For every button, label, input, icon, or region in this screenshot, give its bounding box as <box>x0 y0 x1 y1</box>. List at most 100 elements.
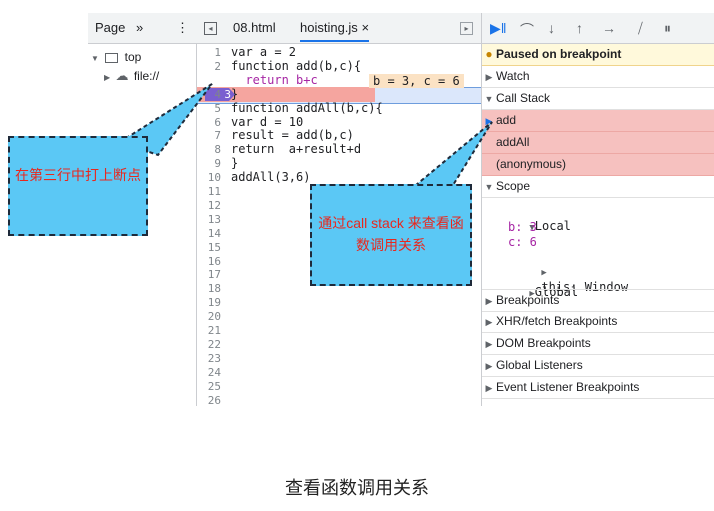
step-over-icon[interactable]: ⌒ <box>520 20 534 40</box>
collapse-arrow-icon: ▶ <box>485 72 493 82</box>
local-label: Local <box>534 219 571 233</box>
toggle-debugger-icon[interactable]: ▸ <box>460 22 473 35</box>
code-line: addAll(3,6) <box>231 170 311 185</box>
line-number[interactable]: 20 <box>197 311 221 322</box>
breakpoints-section[interactable]: ▶ Breakpoints <box>482 289 714 312</box>
frame-name: add <box>496 113 517 127</box>
tree-label-top: top <box>124 50 142 64</box>
global-listeners-section[interactable]: ▶ Global Listeners <box>482 355 714 377</box>
dom-breakpoints-section[interactable]: ▶ DOM Breakpoints <box>482 333 714 355</box>
tab-hoisting-js-label: hoisting.js <box>300 20 358 35</box>
resume-icon[interactable]: ▶‖ <box>490 20 507 37</box>
line-number[interactable]: 10 <box>197 172 221 183</box>
collapse-arrow-icon: ▶ <box>485 296 493 306</box>
line-number[interactable]: 4 <box>197 89 221 100</box>
call-stack-frame[interactable]: (anonymous) <box>482 154 714 176</box>
code-line: } <box>231 86 239 101</box>
line-number[interactable]: 2 <box>197 61 221 72</box>
code-line: function add(b,c){ <box>231 58 362 73</box>
line-number[interactable]: 17 <box>197 269 221 280</box>
step-into-icon[interactable]: ↓ <box>548 20 555 36</box>
right-annotation-callout: 通过call stack 来查看函数调用关系 <box>310 184 472 286</box>
more-tabs-button[interactable]: » <box>136 20 143 35</box>
line-number[interactable]: 23 <box>197 353 221 364</box>
navigator-menu-button[interactable]: ⋮ <box>176 20 189 36</box>
debugger-toolbar: ▶‖ ⌒ ↓ ↑ → ⧸ ⏸ <box>482 13 714 44</box>
line-number[interactable]: 19 <box>197 297 221 308</box>
scope-variable-c[interactable]: c: 6 <box>508 235 537 249</box>
call-stack-frame[interactable]: addAll <box>482 132 714 154</box>
line-number[interactable]: 11 <box>197 186 221 197</box>
frame-name: addAll <box>496 135 530 149</box>
frame-icon <box>105 52 119 63</box>
scope-variable-b[interactable]: b: 3 <box>508 220 537 234</box>
code-line: return b+c <box>231 72 318 87</box>
code-line: var a = 2 <box>231 45 297 59</box>
line-number[interactable]: 21 <box>197 325 221 336</box>
line-number[interactable]: 7 <box>197 130 221 141</box>
tree-label-file: file:// <box>133 69 160 83</box>
xhr-breakpoints-section[interactable]: ▶ XHR/fetch Breakpoints <box>482 311 714 333</box>
line-number[interactable]: 6 <box>197 117 221 128</box>
inline-variable-values: b = 3, c = 6 <box>369 74 464 88</box>
collapse-arrow-icon: ▶ <box>485 383 493 393</box>
expand-arrow-icon: ▼ <box>484 94 494 104</box>
tree-item-top[interactable]: ▼ top <box>91 50 141 64</box>
line-number[interactable]: 14 <box>197 228 221 239</box>
paused-text: Paused on breakpoint <box>496 47 622 61</box>
paused-banner: ● Paused on breakpoint <box>482 44 714 66</box>
toggle-navigator-icon[interactable]: ◂ <box>204 22 217 35</box>
code-line: result = add(b,c) <box>231 128 354 143</box>
event-listener-breakpoints-section[interactable]: ▶ Event Listener Breakpoints <box>482 377 714 399</box>
current-frame-icon: ▶ <box>485 116 493 126</box>
frame-name: (anonymous) <box>496 157 567 171</box>
line-number[interactable]: 5 <box>197 103 221 114</box>
global-listeners-label: Global Listeners <box>496 358 583 372</box>
tab-hoisting-js[interactable]: hoisting.js × <box>300 20 370 42</box>
event-listeners-label: Event Listener Breakpoints <box>496 380 640 394</box>
scope-section[interactable]: ▼ Scope <box>482 176 714 198</box>
line-number[interactable]: 9 <box>197 158 221 169</box>
line-number-gutter[interactable]: 1234567891011121314151617181920212223242… <box>197 44 227 406</box>
expand-arrow-icon[interactable]: ▼ <box>91 54 99 63</box>
xhr-label: XHR/fetch Breakpoints <box>496 314 618 328</box>
code-line: } <box>231 156 239 171</box>
close-tab-icon[interactable]: × <box>361 20 369 35</box>
line-number[interactable]: 12 <box>197 200 221 211</box>
collapse-arrow-icon: ▶ <box>485 317 493 327</box>
line-number[interactable]: 24 <box>197 367 221 378</box>
pause-on-exceptions-icon[interactable]: ⏸ <box>664 20 671 37</box>
collapse-arrow-icon: ▶ <box>485 339 493 349</box>
line-number[interactable]: 25 <box>197 381 221 392</box>
dom-label: DOM Breakpoints <box>496 336 591 350</box>
expand-arrow-icon: ▼ <box>484 182 494 192</box>
watch-section[interactable]: ▶ Watch <box>482 66 714 88</box>
tab-08-html[interactable]: 08.html <box>233 20 276 35</box>
collapse-arrow-icon: ▶ <box>485 361 493 371</box>
call-stack-section[interactable]: ▼ Call Stack <box>482 88 714 110</box>
code-line: function addAll(b,c){ <box>231 100 383 115</box>
collapse-arrow-icon[interactable]: ▶ <box>104 73 110 82</box>
breakpoints-label: Breakpoints <box>496 293 560 307</box>
step-icon[interactable]: → <box>602 20 616 36</box>
code-line: var d = 10 <box>231 114 304 129</box>
line-number[interactable]: 8 <box>197 144 221 155</box>
info-icon: ● <box>485 47 493 61</box>
tree-item-file[interactable]: ▶ ☁ file:// <box>104 68 159 84</box>
tab-page[interactable]: Page <box>95 20 125 35</box>
line-number[interactable]: 16 <box>197 256 221 267</box>
deactivate-breakpoints-icon[interactable]: ⧸ <box>638 20 643 37</box>
line-number[interactable]: 1 <box>197 47 221 58</box>
line-number[interactable]: 18 <box>197 283 221 294</box>
line-number[interactable]: 26 <box>197 395 221 406</box>
left-annotation-callout: 在第三行中打上断点 <box>8 136 148 236</box>
scope-label: Scope <box>496 179 531 193</box>
watch-label: Watch <box>496 69 530 83</box>
debugger-sidebar: ▶‖ ⌒ ↓ ↑ → ⧸ ⏸ ● Paused on breakpoint ▶ Wa… <box>481 13 714 406</box>
line-number[interactable]: 22 <box>197 339 221 350</box>
call-stack-frame[interactable]: ▶ add <box>482 110 714 132</box>
step-out-icon[interactable]: ↑ <box>576 20 583 36</box>
line-number[interactable]: 15 <box>197 242 221 253</box>
line-number[interactable]: 13 <box>197 214 221 225</box>
code-line: return a+result+d <box>231 142 362 157</box>
